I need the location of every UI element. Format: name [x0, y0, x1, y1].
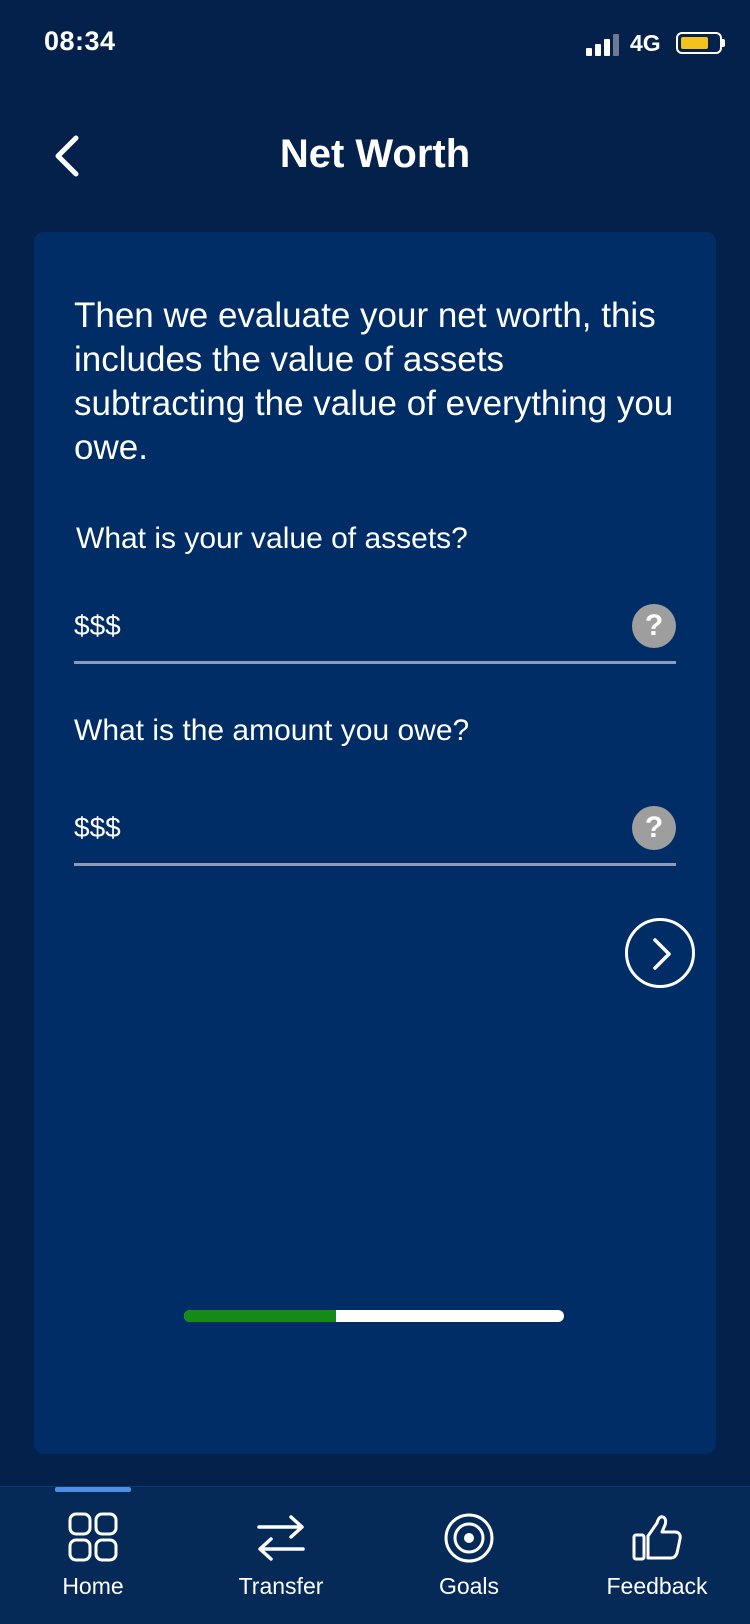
signal-icon — [586, 34, 622, 56]
grid-icon — [68, 1512, 118, 1562]
target-icon — [444, 1513, 494, 1563]
net-worth-screen: 08:34 4G Net Worth Then we evaluate your… — [0, 0, 750, 1624]
nav-item-home[interactable]: Home — [13, 1511, 173, 1611]
nav-label-home: Home — [62, 1573, 124, 1599]
network-type: 4G — [630, 30, 661, 56]
chevron-right-icon — [653, 938, 671, 970]
next-button[interactable] — [625, 918, 695, 988]
nav-label-goals: Goals — [438, 1573, 500, 1599]
battery-cap — [722, 39, 725, 47]
battery-icon — [676, 32, 722, 54]
owe-question: What is the amount you owe? — [74, 714, 470, 747]
assets-input[interactable] — [74, 604, 594, 648]
nav-label-feedback: Feedback — [606, 1573, 708, 1599]
assets-field: ? — [74, 596, 676, 664]
intro-text: Then we evaluate your net worth, this in… — [74, 296, 674, 467]
header: Net Worth — [0, 110, 750, 200]
owe-help-icon[interactable]: ? — [632, 806, 676, 850]
net-worth-card: Then we evaluate your net worth, this in… — [34, 232, 716, 1454]
active-tab-indicator — [55, 1487, 131, 1492]
nav-item-transfer[interactable]: Transfer — [201, 1511, 361, 1611]
nav-item-feedback[interactable]: Feedback — [577, 1511, 737, 1611]
status-time: 08:34 — [44, 26, 116, 56]
battery-level — [681, 37, 708, 49]
nav-item-goals[interactable]: Goals — [389, 1511, 549, 1611]
transfer-arrows-icon — [257, 1515, 305, 1561]
thumbs-up-icon — [632, 1515, 682, 1561]
page-title: Net Worth — [279, 132, 471, 176]
owe-input[interactable] — [74, 806, 594, 850]
assets-question: What is your value of assets? — [76, 522, 468, 555]
owe-field: ? — [74, 798, 676, 866]
bottom-nav: Home Transfer Goals Feedback — [0, 1486, 750, 1624]
nav-label-transfer: Transfer — [238, 1573, 324, 1599]
status-bar: 08:34 4G — [0, 0, 750, 86]
assets-help-icon[interactable]: ? — [632, 604, 676, 648]
progress-bar — [184, 1310, 564, 1322]
progress-fill — [184, 1310, 336, 1322]
